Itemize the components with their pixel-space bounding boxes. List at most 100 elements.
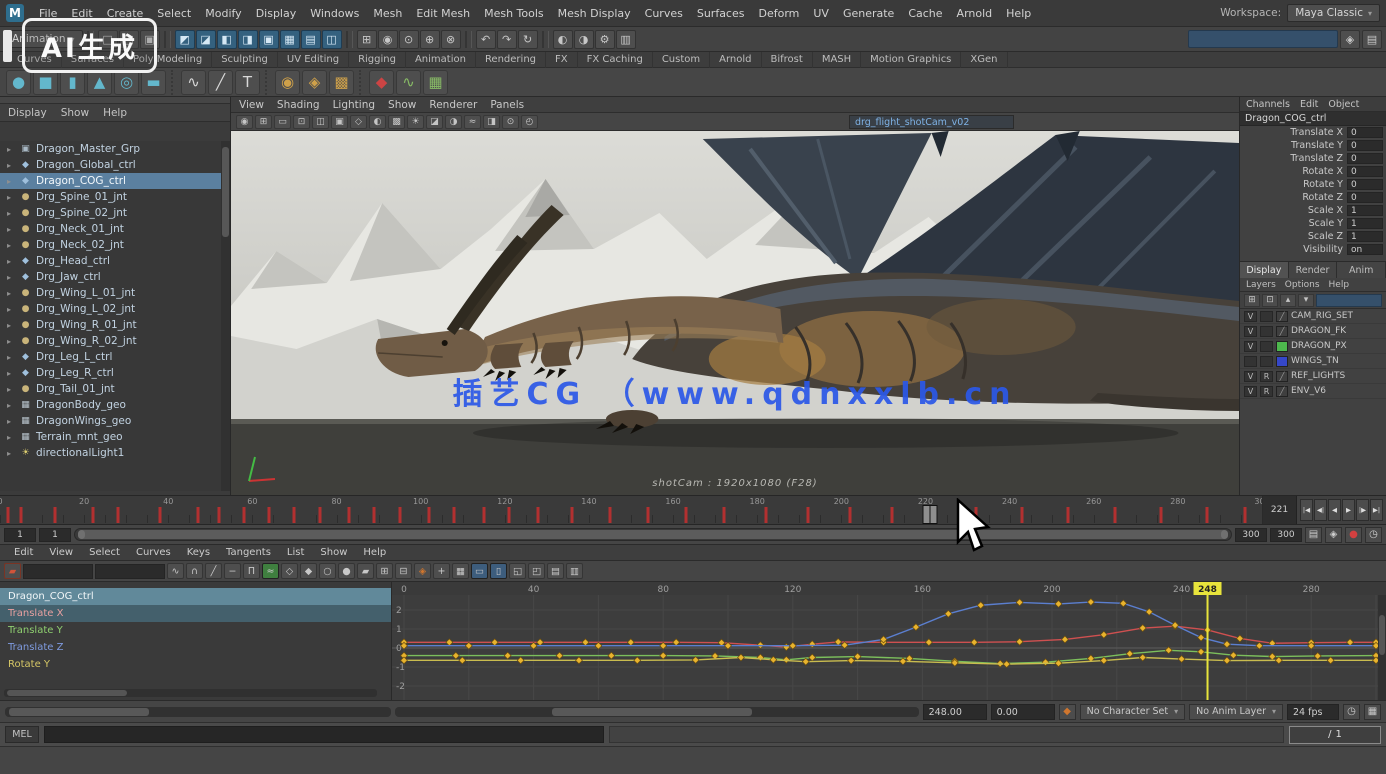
graph-menu-keys[interactable]: Keys <box>179 547 218 558</box>
pencil-curve-icon[interactable]: ╱ <box>208 70 233 95</box>
current-time-indicator[interactable] <box>922 505 937 524</box>
construction-history-icon[interactable]: ↻ <box>518 30 538 49</box>
keyframe-tick[interactable] <box>318 507 321 523</box>
select-component-icon[interactable]: ◧ <box>217 30 237 49</box>
sort-icon[interactable]: ◈ <box>1340 30 1360 49</box>
graph-menu-tangents[interactable]: Tangents <box>218 547 279 558</box>
outliner-item[interactable]: ▸●Drg_Neck_02_jnt <box>0 237 221 253</box>
free-tangent-weight-icon[interactable]: ○ <box>319 563 336 579</box>
step-back-frame-button[interactable]: ◀| <box>1314 499 1327 521</box>
make-live-icon[interactable]: ⊗ <box>441 30 461 49</box>
keyframe-tick[interactable] <box>848 507 851 523</box>
face-mask-icon[interactable]: ▦ <box>280 30 300 49</box>
shelf-tab-rigging[interactable]: Rigging <box>349 52 406 68</box>
outliner-item[interactable]: ▸◆Drg_Leg_R_ctrl <box>0 365 221 381</box>
viewport-menu-view[interactable]: View <box>239 99 264 111</box>
auto-tangent-icon[interactable]: ▰ <box>357 563 374 579</box>
keyframe-tick[interactable] <box>217 507 220 523</box>
layer-menu-help[interactable]: Help <box>1329 280 1350 290</box>
ik-handle-icon[interactable]: ◈ <box>302 70 327 95</box>
layer-filter-field[interactable] <box>1316 294 1382 307</box>
curve-view-hscrollbar[interactable] <box>395 707 919 717</box>
current-time-field[interactable]: 221 <box>1263 496 1297 524</box>
keyframe-tick[interactable] <box>7 507 10 523</box>
select-hierarchy-icon[interactable]: ◩ <box>175 30 195 49</box>
graph-filter-icon[interactable]: ▰ <box>4 563 21 579</box>
snap-to-point-icon[interactable]: ⊙ <box>399 30 419 49</box>
expand-arrow-icon[interactable]: ▸ <box>7 193 15 202</box>
shelf-tab-mash[interactable]: MASH <box>813 52 861 68</box>
range-slider-track[interactable] <box>74 528 1232 541</box>
outliner-item[interactable]: ▸☀directionalLight1 <box>0 445 221 461</box>
region-tool-icon[interactable]: ▭ <box>471 563 488 579</box>
keyframe-tick[interactable] <box>684 507 687 523</box>
channel-value-field[interactable]: 0 <box>1347 192 1383 203</box>
tangent-step-icon[interactable]: Π <box>243 563 260 579</box>
current-value-field[interactable]: 0.00 <box>991 704 1055 720</box>
keyframe-tick[interactable] <box>293 507 296 523</box>
keyframe-tick[interactable] <box>196 507 199 523</box>
shaded-icon[interactable]: ◐ <box>369 115 386 129</box>
camera-lock-icon[interactable]: ◉ <box>236 115 253 129</box>
graph-menu-edit[interactable]: Edit <box>6 547 41 558</box>
snap-to-curve-icon[interactable]: ◉ <box>378 30 398 49</box>
torus-tool-icon[interactable]: ◎ <box>114 70 139 95</box>
layer-color-swatch[interactable] <box>1276 341 1288 352</box>
outliner-item[interactable]: ▸●Drg_Wing_L_01_jnt <box>0 285 221 301</box>
layer-row[interactable]: V╱CAM_RIG_SET <box>1240 309 1386 324</box>
outliner-scrollbar[interactable] <box>221 141 230 491</box>
viewport-menu-lighting[interactable]: Lighting <box>333 99 375 111</box>
menu-generate[interactable]: Generate <box>836 5 901 22</box>
graph-menu-show[interactable]: Show <box>312 547 355 558</box>
channel-value-field[interactable]: on <box>1347 244 1383 255</box>
keyframe-tick[interactable] <box>1067 507 1070 523</box>
graph-menu-select[interactable]: Select <box>81 547 128 558</box>
outliner-item[interactable]: ▸▦DragonBody_geo <box>0 397 221 413</box>
grid-toggle-icon[interactable]: ⊞ <box>255 115 272 129</box>
graph-menu-view[interactable]: View <box>41 547 81 558</box>
play-backwards-button[interactable]: ◀ <box>1328 499 1341 521</box>
viewport-menu-panels[interactable]: Panels <box>490 99 524 111</box>
keyframe-tick[interactable] <box>482 507 485 523</box>
tangent-flat-icon[interactable]: − <box>224 563 241 579</box>
outliner-menu-show[interactable]: Show <box>61 107 89 119</box>
outliner-item[interactable]: ▸●Drg_Wing_R_02_jnt <box>0 333 221 349</box>
shelf-tab-rendering[interactable]: Rendering <box>476 52 546 68</box>
shelf-tab-uv-editing[interactable]: UV Editing <box>278 52 349 68</box>
graph-editor-shelf-icon[interactable]: ▦ <box>423 70 448 95</box>
step-forward-frame-button[interactable]: |▶ <box>1356 499 1369 521</box>
expand-arrow-icon[interactable]: ▸ <box>7 177 15 186</box>
graph-channel-row[interactable]: Translate Y <box>0 622 391 639</box>
set-key-icon[interactable]: ◆ <box>1059 704 1076 720</box>
menu-cache[interactable]: Cache <box>901 5 949 22</box>
gate-mask-icon[interactable]: ◫ <box>312 115 329 129</box>
stat-time-field[interactable] <box>23 564 93 579</box>
curve-graph[interactable]: 04080120160200240280210-1-2248 <box>392 582 1386 700</box>
add-keys-icon[interactable]: + <box>433 563 450 579</box>
keyframe-tick[interactable] <box>508 507 511 523</box>
graph-hscrollbar[interactable] <box>5 707 391 717</box>
panel-layout-icon[interactable]: ▤ <box>1362 30 1382 49</box>
tangent-spline-icon[interactable]: ∿ <box>167 563 184 579</box>
menu-deform[interactable]: Deform <box>751 5 806 22</box>
redo-icon[interactable]: ↷ <box>497 30 517 49</box>
keyframe-tick[interactable] <box>1160 507 1163 523</box>
outliner-menu-help[interactable]: Help <box>103 107 127 119</box>
keyframe-tick[interactable] <box>20 507 23 523</box>
anim-layer-select[interactable]: No Anim Layer▾ <box>1189 704 1283 720</box>
expand-arrow-icon[interactable]: ▸ <box>7 241 15 250</box>
channel-value-field[interactable]: 0 <box>1347 153 1383 164</box>
layer-visibility-toggle[interactable]: V <box>1244 326 1257 337</box>
workspace-select[interactable]: Maya Classic ▾ <box>1287 4 1380 22</box>
menu-display[interactable]: Display <box>249 5 304 22</box>
motion-blur-icon[interactable]: ≈ <box>464 115 481 129</box>
snap-to-grid-icon[interactable]: ⊞ <box>357 30 377 49</box>
layer-row[interactable]: WINGS_TN <box>1240 354 1386 369</box>
normalize-curves-icon[interactable]: ▥ <box>566 563 583 579</box>
keyframe-tick[interactable] <box>398 507 401 523</box>
channel-value-field[interactable]: 0 <box>1347 140 1383 151</box>
range-slider-bar[interactable] <box>78 530 1228 539</box>
menu-curves[interactable]: Curves <box>638 5 690 22</box>
menu-surfaces[interactable]: Surfaces <box>690 5 752 22</box>
stat-value-field[interactable] <box>95 564 165 579</box>
